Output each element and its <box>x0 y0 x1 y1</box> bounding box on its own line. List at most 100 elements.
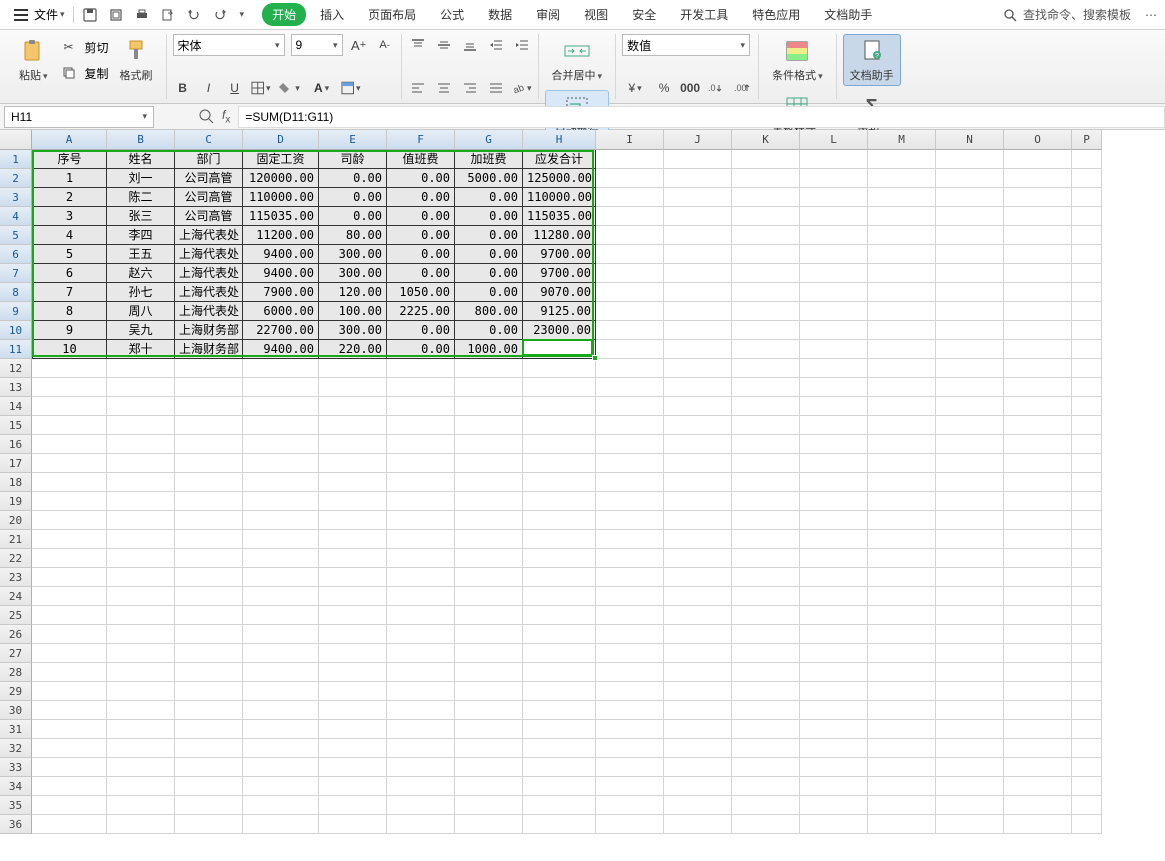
cell-M10[interactable] <box>868 321 936 340</box>
cell-A10[interactable]: 9 <box>32 321 107 340</box>
cell-F5[interactable]: 0.00 <box>387 226 455 245</box>
cell-A28[interactable] <box>32 663 107 682</box>
cell-G1[interactable]: 加班费 <box>455 150 523 169</box>
cell-A2[interactable]: 1 <box>32 169 107 188</box>
cell-C5[interactable]: 上海代表处 <box>175 226 243 245</box>
cell-L12[interactable] <box>800 359 868 378</box>
row-header-9[interactable]: 9 <box>0 302 32 321</box>
cell-H6[interactable]: 9700.00 <box>523 245 596 264</box>
cell-N34[interactable] <box>936 777 1004 796</box>
cell-L31[interactable] <box>800 720 868 739</box>
cell-D23[interactable] <box>243 568 319 587</box>
cell-N14[interactable] <box>936 397 1004 416</box>
cell-M21[interactable] <box>868 530 936 549</box>
cell-K12[interactable] <box>732 359 800 378</box>
cell-N5[interactable] <box>936 226 1004 245</box>
cell-B32[interactable] <box>107 739 175 758</box>
cell-L6[interactable] <box>800 245 868 264</box>
cell-G25[interactable] <box>455 606 523 625</box>
cell-N19[interactable] <box>936 492 1004 511</box>
cell-I26[interactable] <box>596 625 664 644</box>
cell-K17[interactable] <box>732 454 800 473</box>
row-header-7[interactable]: 7 <box>0 264 32 283</box>
cell-K25[interactable] <box>732 606 800 625</box>
cell-O21[interactable] <box>1004 530 1072 549</box>
cell-G16[interactable] <box>455 435 523 454</box>
cell-H28[interactable] <box>523 663 596 682</box>
cell-C29[interactable] <box>175 682 243 701</box>
cell-B11[interactable]: 郑十 <box>107 340 175 359</box>
align-left-icon[interactable] <box>408 79 428 97</box>
cell-O15[interactable] <box>1004 416 1072 435</box>
cell-N1[interactable] <box>936 150 1004 169</box>
row-header-25[interactable]: 25 <box>0 606 32 625</box>
cell-F26[interactable] <box>387 625 455 644</box>
cell-G35[interactable] <box>455 796 523 815</box>
cell-P23[interactable] <box>1072 568 1102 587</box>
cell-C2[interactable]: 公司高管 <box>175 169 243 188</box>
cell-E14[interactable] <box>319 397 387 416</box>
cell-L8[interactable] <box>800 283 868 302</box>
cell-J2[interactable] <box>664 169 732 188</box>
cell-H17[interactable] <box>523 454 596 473</box>
cell-B28[interactable] <box>107 663 175 682</box>
cell-C14[interactable] <box>175 397 243 416</box>
cell-O2[interactable] <box>1004 169 1072 188</box>
cell-G7[interactable]: 0.00 <box>455 264 523 283</box>
cell-E18[interactable] <box>319 473 387 492</box>
row-header-16[interactable]: 16 <box>0 435 32 454</box>
font-size-combo[interactable]: 9▾ <box>291 34 343 56</box>
cell-K32[interactable] <box>732 739 800 758</box>
cell-D31[interactable] <box>243 720 319 739</box>
cell-D6[interactable]: 9400.00 <box>243 245 319 264</box>
row-header-20[interactable]: 20 <box>0 511 32 530</box>
print-icon[interactable] <box>134 7 150 23</box>
cell-O12[interactable] <box>1004 359 1072 378</box>
cell-P28[interactable] <box>1072 663 1102 682</box>
cell-L28[interactable] <box>800 663 868 682</box>
cell-C31[interactable] <box>175 720 243 739</box>
cell-P22[interactable] <box>1072 549 1102 568</box>
cell-F21[interactable] <box>387 530 455 549</box>
cell-C34[interactable] <box>175 777 243 796</box>
row-header-18[interactable]: 18 <box>0 473 32 492</box>
cell-A7[interactable]: 6 <box>32 264 107 283</box>
cell-H18[interactable] <box>523 473 596 492</box>
cell-C19[interactable] <box>175 492 243 511</box>
cell-D10[interactable]: 22700.00 <box>243 321 319 340</box>
col-header-I[interactable]: I <box>596 130 664 150</box>
cell-J16[interactable] <box>664 435 732 454</box>
cell-J30[interactable] <box>664 701 732 720</box>
cell-D20[interactable] <box>243 511 319 530</box>
cell-K28[interactable] <box>732 663 800 682</box>
cell-E20[interactable] <box>319 511 387 530</box>
cell-C6[interactable]: 上海代表处 <box>175 245 243 264</box>
cell-P2[interactable] <box>1072 169 1102 188</box>
cell-E10[interactable]: 300.00 <box>319 321 387 340</box>
cell-I32[interactable] <box>596 739 664 758</box>
align-bottom-icon[interactable] <box>460 36 480 54</box>
cell-N25[interactable] <box>936 606 1004 625</box>
cell-I13[interactable] <box>596 378 664 397</box>
cell-J25[interactable] <box>664 606 732 625</box>
cell-G34[interactable] <box>455 777 523 796</box>
col-header-O[interactable]: O <box>1004 130 1072 150</box>
cell-I6[interactable] <box>596 245 664 264</box>
cell-D13[interactable] <box>243 378 319 397</box>
ribbon-tab-10[interactable]: 文档助手 <box>814 3 882 26</box>
cell-N35[interactable] <box>936 796 1004 815</box>
cell-C30[interactable] <box>175 701 243 720</box>
cell-I8[interactable] <box>596 283 664 302</box>
cell-A22[interactable] <box>32 549 107 568</box>
italic-icon[interactable]: I <box>199 79 219 97</box>
cell-P17[interactable] <box>1072 454 1102 473</box>
row-header-12[interactable]: 12 <box>0 359 32 378</box>
cell-D17[interactable] <box>243 454 319 473</box>
cell-P18[interactable] <box>1072 473 1102 492</box>
cell-K26[interactable] <box>732 625 800 644</box>
cell-L19[interactable] <box>800 492 868 511</box>
currency-icon[interactable]: ¥▾ <box>622 79 648 97</box>
ribbon-tab-5[interactable]: 审阅 <box>526 3 570 26</box>
cell-E32[interactable] <box>319 739 387 758</box>
cell-H21[interactable] <box>523 530 596 549</box>
